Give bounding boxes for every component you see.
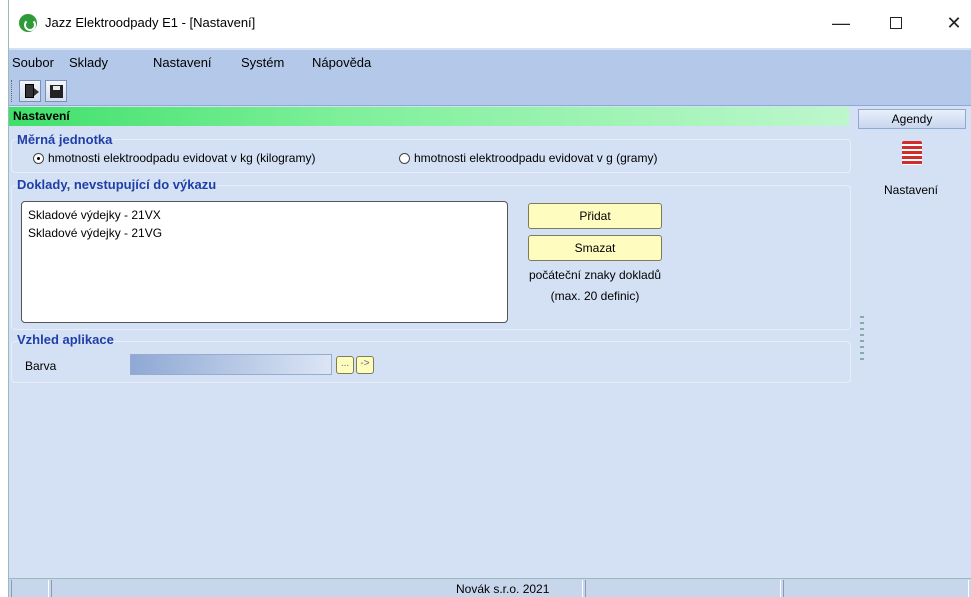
exit-door-icon	[25, 84, 34, 98]
menu-sklady[interactable]: Sklady	[69, 55, 108, 70]
status-cell	[585, 580, 781, 597]
color-label: Barva	[25, 359, 57, 373]
documents-hint-limit: (max. 20 definic)	[550, 289, 640, 303]
delete-button[interactable]: Smazat	[528, 235, 662, 261]
radio-g[interactable]: hmotnosti elektroodpadu evidovat v g (gr…	[399, 151, 657, 165]
agendy-item-nastaveni[interactable]: Nastavení	[856, 183, 966, 197]
minimize-button[interactable]: —	[821, 10, 861, 36]
radio-unchecked-icon[interactable]	[399, 153, 410, 164]
save-button[interactable]	[45, 80, 67, 102]
appearance-group-title: Vzhled aplikace	[17, 332, 114, 347]
menu-nastaveni[interactable]: Nastavení	[153, 55, 212, 70]
menu-napoveda[interactable]: Nápověda	[312, 55, 371, 70]
recycle-icon	[19, 14, 37, 32]
documents-group-title: Doklady, nevstupující do výkazu	[17, 177, 217, 192]
page-title: Nastavení	[9, 107, 849, 126]
documents-list[interactable]: Skladové výdejky - 21VX Skladové výdejky…	[21, 201, 508, 323]
radio-g-label: hmotnosti elektroodpadu evidovat v g (gr…	[414, 151, 658, 165]
app-window: Jazz Elektroodpady E1 - [Nastavení] — ✕ …	[8, 0, 971, 597]
settings-list-icon[interactable]	[902, 141, 922, 165]
panel-splitter[interactable]	[860, 316, 864, 364]
list-item[interactable]: Skladové výdejky - 21VG	[28, 224, 501, 242]
close-button[interactable]: ✕	[934, 10, 971, 36]
status-bar: Novák s.r.o. 2021	[9, 578, 971, 597]
unit-group-title: Měrná jednotka	[17, 132, 113, 147]
status-cell	[783, 580, 969, 597]
radio-kg-label: hmotnosti elektroodpadu evidovat v kg (k…	[48, 151, 316, 165]
toolbar	[9, 76, 971, 106]
status-company: Novák s.r.o. 2021	[456, 582, 550, 596]
documents-hint: počáteční znaky dokladů	[528, 268, 662, 282]
arrow-right-icon	[34, 88, 39, 96]
title-bar: Jazz Elektroodpady E1 - [Nastavení] — ✕	[9, 0, 971, 48]
browse-color-button[interactable]: ...	[336, 356, 354, 374]
agendy-button[interactable]: Agendy	[858, 109, 966, 129]
apply-color-button[interactable]: ->	[356, 356, 374, 374]
radio-checked-icon[interactable]	[33, 153, 44, 164]
window-title: Jazz Elektroodpady E1 - [Nastavení]	[45, 15, 256, 30]
maximize-button[interactable]	[876, 10, 916, 36]
color-field[interactable]	[130, 354, 332, 375]
agendy-panel: Agendy Nastavení	[856, 107, 971, 577]
status-cell	[11, 580, 49, 597]
menu-soubor[interactable]: Soubor	[12, 55, 54, 70]
menu-system[interactable]: Systém	[241, 55, 284, 70]
floppy-disk-icon	[50, 85, 63, 98]
add-button[interactable]: Přidat	[528, 203, 662, 229]
list-item[interactable]: Skladové výdejky - 21VX	[28, 206, 501, 224]
toolbar-grip[interactable]	[11, 80, 14, 102]
radio-kg[interactable]: hmotnosti elektroodpadu evidovat v kg (k…	[33, 151, 315, 165]
exit-button[interactable]	[19, 80, 41, 102]
menu-bar: Soubor Sklady Nastavení Systém Nápověda	[9, 50, 971, 76]
